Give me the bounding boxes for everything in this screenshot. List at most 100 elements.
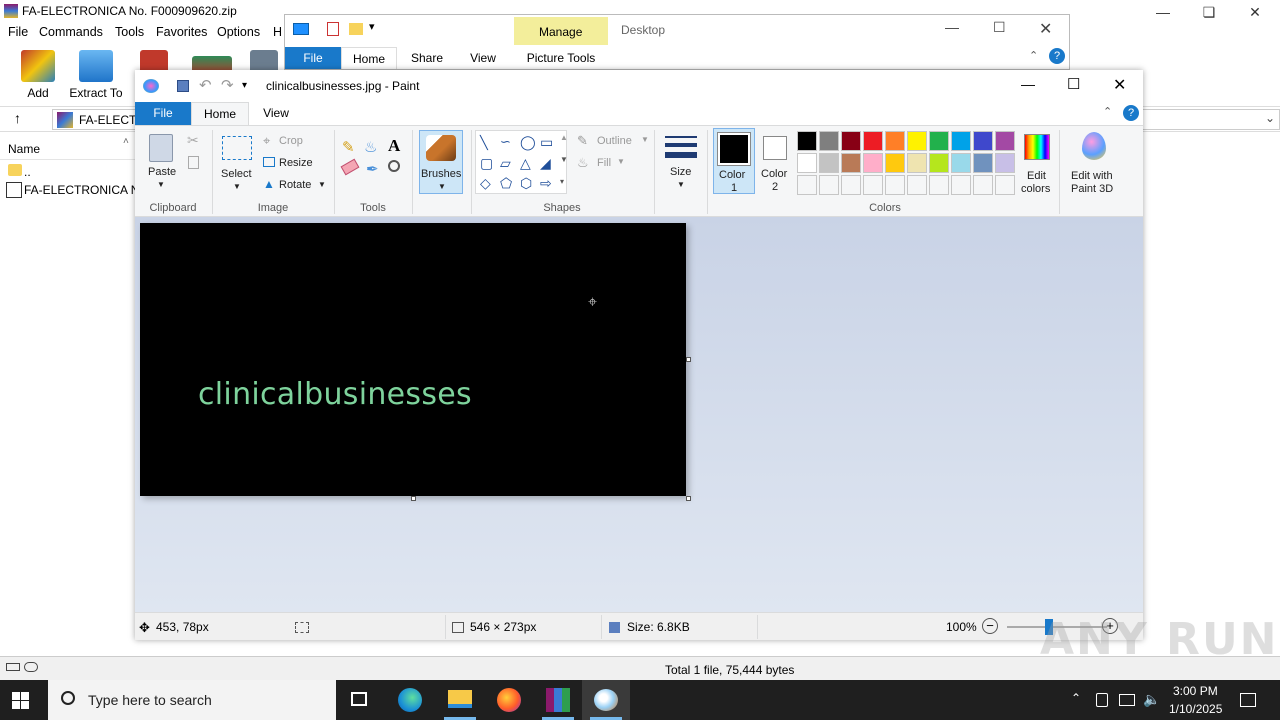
edge-taskbar-button[interactable] xyxy=(386,680,434,720)
canvas-area[interactable]: clinicalbusinesses ⌖ xyxy=(135,217,1143,612)
shapes-gallery[interactable]: ╲ ∽ ◯ ▭ ▢ ▱ △ ◢ ◇ ⬠ ⬡ ⇨ ▲ ▼ ▾ xyxy=(475,130,568,194)
palette-swatch[interactable] xyxy=(863,153,883,173)
list-item[interactable]: FA-ELECTRONICA No xyxy=(4,181,135,199)
gallery-expand-icon[interactable]: ▾ xyxy=(560,177,564,186)
cut-icon[interactable]: ✂ xyxy=(187,132,199,149)
palette-swatch[interactable] xyxy=(973,153,993,173)
hexagon-shape-icon[interactable]: ⬡ xyxy=(520,175,532,192)
palette-swatch[interactable] xyxy=(951,153,971,173)
clock-time[interactable]: 3:00 PM xyxy=(1173,684,1218,698)
crop-button[interactable]: ⌖ Crop xyxy=(261,132,321,150)
save-icon[interactable] xyxy=(177,80,189,92)
palette-swatch[interactable] xyxy=(973,131,993,151)
menu-commands[interactable]: Commands xyxy=(39,25,103,39)
paint-tab-view[interactable]: View xyxy=(253,102,299,125)
paint-taskbar-button[interactable] xyxy=(582,680,630,720)
arrow-shape-icon[interactable]: ⇨ xyxy=(540,175,552,192)
paint-tab-file[interactable]: File xyxy=(135,102,191,125)
palette-swatch[interactable] xyxy=(841,131,861,151)
undo-icon[interactable]: ↶ xyxy=(199,76,212,94)
network-icon[interactable] xyxy=(1119,694,1135,706)
quick-access-dropdown-icon[interactable]: ▾ xyxy=(242,80,247,91)
palette-swatch[interactable] xyxy=(995,131,1015,151)
edit-with-paint3d-button[interactable]: Edit with Paint 3D xyxy=(1065,130,1123,195)
fill-bucket-icon[interactable]: ♨ xyxy=(364,138,377,156)
redo-icon[interactable]: ↷ xyxy=(221,76,234,94)
text-tool-icon[interactable]: A xyxy=(388,136,400,156)
copy-icon[interactable] xyxy=(188,156,199,169)
outline-button[interactable]: ✎ Outline ▼ xyxy=(577,132,653,150)
edit-colors-button[interactable]: Edit colors xyxy=(1019,130,1055,195)
palette-swatch[interactable] xyxy=(885,153,905,173)
properties-icon[interactable] xyxy=(327,22,339,36)
line-shape-icon[interactable]: ╲ xyxy=(480,135,488,151)
ribbon-collapse-icon[interactable]: ⌃ xyxy=(1029,49,1038,62)
volume-icon[interactable]: 🔈 xyxy=(1143,691,1160,708)
new-folder-icon[interactable] xyxy=(349,23,363,35)
explorer-tab-picture-tools[interactable]: Picture Tools xyxy=(514,47,608,69)
custom-color-slot[interactable] xyxy=(863,175,883,195)
diamond-shape-icon[interactable]: ◇ xyxy=(480,175,491,192)
add-button[interactable]: Add xyxy=(8,48,68,102)
palette-swatch[interactable] xyxy=(797,153,817,173)
winrar-taskbar-button[interactable] xyxy=(534,680,582,720)
show-hidden-icons-button[interactable]: ⌃ xyxy=(1071,691,1081,705)
custom-color-slot[interactable] xyxy=(929,175,949,195)
palette-swatch[interactable] xyxy=(995,153,1015,173)
meet-now-icon[interactable] xyxy=(1096,693,1108,707)
firefox-taskbar-button[interactable] xyxy=(485,680,533,720)
explorer-tab-home[interactable]: Home xyxy=(341,47,397,69)
help-icon[interactable]: ? xyxy=(1123,105,1139,121)
explorer-tab-share[interactable]: Share xyxy=(401,47,453,69)
palette-swatch[interactable] xyxy=(951,131,971,151)
custom-color-slot[interactable] xyxy=(797,175,817,195)
menu-help[interactable]: H xyxy=(273,25,282,39)
paint-tab-home[interactable]: Home xyxy=(191,102,249,126)
palette-swatch[interactable] xyxy=(929,131,949,151)
winrar-restore-button[interactable]: ❏ xyxy=(1186,2,1232,22)
winrar-close-button[interactable]: ✕ xyxy=(1232,2,1278,22)
palette-swatch[interactable] xyxy=(841,153,861,173)
eraser-icon[interactable] xyxy=(340,158,360,176)
custom-color-slot[interactable] xyxy=(841,175,861,195)
right-triangle-shape-icon[interactable]: ◢ xyxy=(540,155,551,172)
paint-minimize-button[interactable]: — xyxy=(1021,76,1035,92)
pencil-icon[interactable]: ✎ xyxy=(342,138,355,156)
ribbon-collapse-icon[interactable]: ⌃ xyxy=(1103,105,1112,118)
rectangle-shape-icon[interactable]: ▭ xyxy=(540,134,553,151)
triangle-shape-icon[interactable]: △ xyxy=(520,155,531,172)
fill-button[interactable]: ♨ Fill ▼ xyxy=(577,154,637,172)
notifications-icon[interactable] xyxy=(1240,693,1256,707)
image-canvas[interactable]: clinicalbusinesses ⌖ xyxy=(140,223,686,496)
winrar-minimize-button[interactable]: — xyxy=(1140,2,1186,22)
extract-to-button[interactable]: Extract To xyxy=(66,48,126,102)
explorer-tab-view[interactable]: View xyxy=(457,47,509,69)
manage-tab-header[interactable]: Manage xyxy=(514,17,608,45)
menu-favorites[interactable]: Favorites xyxy=(156,25,207,39)
column-header-name[interactable]: Name ˄ xyxy=(0,136,135,160)
menu-tools[interactable]: Tools xyxy=(115,25,144,39)
curve-shape-icon[interactable]: ∽ xyxy=(500,134,511,150)
palette-swatch[interactable] xyxy=(797,131,817,151)
resize-handle-bottom[interactable] xyxy=(411,496,416,501)
palette-swatch[interactable] xyxy=(885,131,905,151)
help-icon[interactable]: ? xyxy=(1049,48,1065,64)
rotate-button[interactable]: ▲ Rotate ▼ xyxy=(261,176,331,194)
palette-swatch[interactable] xyxy=(819,131,839,151)
custom-color-slot[interactable] xyxy=(951,175,971,195)
custom-color-slot[interactable] xyxy=(885,175,905,195)
custom-color-slot[interactable] xyxy=(995,175,1015,195)
list-item[interactable]: .. xyxy=(4,162,134,180)
palette-swatch[interactable] xyxy=(863,131,883,151)
explorer-close-button[interactable]: ✕ xyxy=(1039,19,1052,39)
palette-swatch[interactable] xyxy=(929,153,949,173)
chevron-down-icon[interactable]: ⌄ xyxy=(1265,111,1275,125)
color2-button[interactable]: Color 2 xyxy=(757,128,793,194)
start-button[interactable] xyxy=(12,692,30,710)
explorer-tab-file[interactable]: File xyxy=(285,47,341,69)
palette-swatch[interactable] xyxy=(907,131,927,151)
oval-shape-icon[interactable]: ◯ xyxy=(520,134,536,151)
custom-color-slot[interactable] xyxy=(907,175,927,195)
custom-color-slot[interactable] xyxy=(973,175,993,195)
custom-color-slot[interactable] xyxy=(819,175,839,195)
